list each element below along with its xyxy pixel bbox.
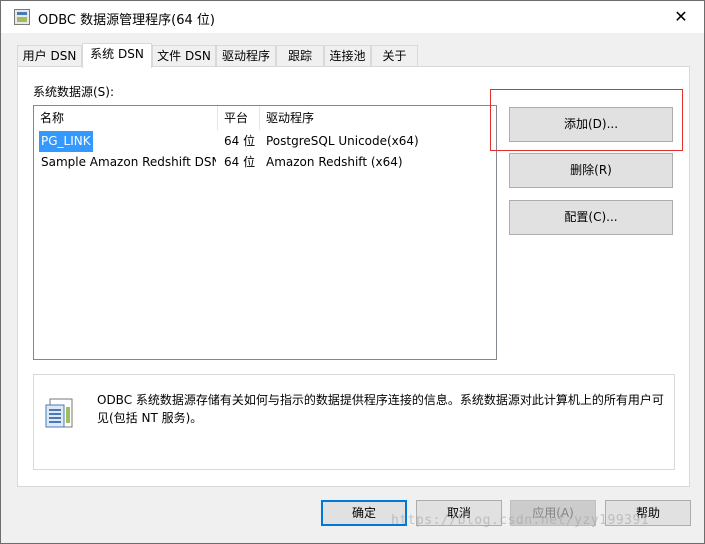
list-item[interactable]: Sample Amazon Redshift DSN 64 位 Amazon R… <box>34 152 496 173</box>
tab-user-dsn[interactable]: 用户 DSN <box>17 45 82 67</box>
window-title: ODBC 数据源管理程序(64 位) <box>38 13 215 28</box>
column-header-platform[interactable]: 平台 <box>218 106 260 130</box>
list-item[interactable]: PG_LINK 64 位 PostgreSQL Unicode(x64) <box>34 131 496 152</box>
add-button[interactable]: 添加(D)... <box>509 107 673 142</box>
odbc-admin-window: ODBC 数据源管理程序(64 位) ✕ 用户 DSN 系统 DSN 文件 DS… <box>0 0 705 544</box>
tab-tracing[interactable]: 跟踪 <box>276 45 324 67</box>
info-box: ODBC 系统数据源存储有关如何与指示的数据提供程序连接的信息。系统数据源对此计… <box>33 374 675 470</box>
dsn-platform-cell: 64 位 <box>224 155 256 169</box>
tab-connection-pooling[interactable]: 连接池 <box>324 45 371 67</box>
column-header-name[interactable]: 名称 <box>34 106 218 130</box>
data-source-info-icon <box>44 397 76 431</box>
dsn-name-cell: PG_LINK <box>39 131 93 152</box>
odbc-app-icon <box>14 9 30 25</box>
dsn-driver-cell: Amazon Redshift (x64) <box>266 155 403 169</box>
remove-button[interactable]: 删除(R) <box>509 153 673 188</box>
system-dsn-panel: 系统数据源(S): 名称 平台 驱动程序 PG_LINK 64 位 Postgr… <box>17 66 690 487</box>
dsn-platform-cell: 64 位 <box>224 134 256 148</box>
dsn-name-cell: Sample Amazon Redshift DSN <box>41 155 216 169</box>
close-button[interactable]: ✕ <box>658 1 704 33</box>
title-bar: ODBC 数据源管理程序(64 位) ✕ <box>1 1 704 33</box>
dsn-driver-cell: PostgreSQL Unicode(x64) <box>266 134 419 148</box>
list-header: 名称 平台 驱动程序 <box>34 106 496 130</box>
system-dsn-list[interactable]: 名称 平台 驱动程序 PG_LINK 64 位 PostgreSQL Unico… <box>33 105 497 360</box>
tab-drivers[interactable]: 驱动程序 <box>216 45 276 67</box>
info-description: ODBC 系统数据源存储有关如何与指示的数据提供程序连接的信息。系统数据源对此计… <box>97 393 664 425</box>
tab-system-dsn[interactable]: 系统 DSN <box>82 43 152 68</box>
tab-about[interactable]: 关于 <box>371 45 418 67</box>
system-data-sources-label: 系统数据源(S): <box>33 85 115 99</box>
watermark-text: https://blog.csdn.net/yzy199391 <box>391 513 650 528</box>
configure-button[interactable]: 配置(C)... <box>509 200 673 235</box>
tab-file-dsn[interactable]: 文件 DSN <box>152 45 216 67</box>
column-header-driver[interactable]: 驱动程序 <box>260 106 496 130</box>
